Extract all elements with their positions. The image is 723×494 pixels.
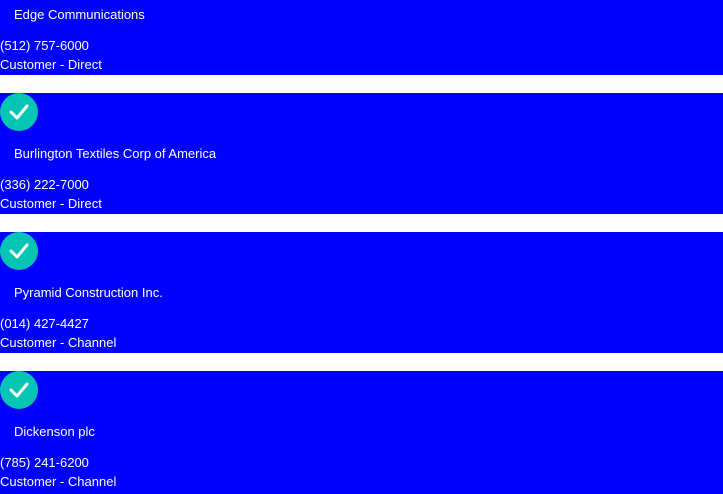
account-type: Customer - Channel [0,335,117,350]
check-icon [0,232,38,270]
check-icon [0,371,38,409]
account-name[interactable]: Edge Communications [14,7,145,23]
check-icon [0,93,38,131]
list-item[interactable]: Dickenson plc (785) 241-6200 Customer - … [0,371,723,494]
account-name[interactable]: Pyramid Construction Inc. [14,285,163,301]
account-name[interactable]: Dickenson plc [14,424,95,440]
account-type: Customer - Direct [0,196,102,211]
account-phone: (336) 222-7000 [0,177,89,192]
list-item[interactable]: Edge Communications (512) 757-6000 Custo… [0,0,723,75]
account-phone: (785) 241-6200 [0,455,89,470]
check-icon-glyph [9,104,29,120]
list-item[interactable]: Burlington Textiles Corp of America (336… [0,93,723,214]
check-icon-glyph [9,243,29,259]
account-type: Customer - Direct [0,57,102,72]
account-list: Edge Communications (512) 757-6000 Custo… [0,0,723,494]
account-name[interactable]: Burlington Textiles Corp of America [14,146,216,162]
account-phone: (014) 427-4427 [0,316,89,331]
check-icon-glyph [9,382,29,398]
account-type: Customer - Channel [0,474,117,489]
account-phone: (512) 757-6000 [0,38,89,53]
list-item[interactable]: Pyramid Construction Inc. (014) 427-4427… [0,232,723,353]
